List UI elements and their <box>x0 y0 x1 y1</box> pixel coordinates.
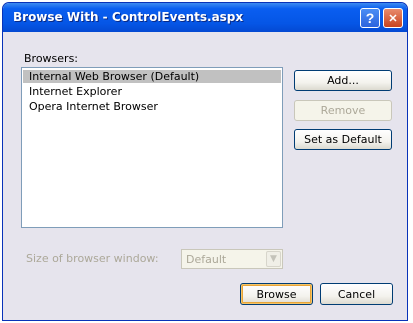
browse-button[interactable]: Browse <box>240 283 313 305</box>
close-button[interactable]: ✕ <box>383 8 403 28</box>
browsers-label: Browsers: <box>24 52 79 65</box>
set-as-default-button[interactable]: Set as Default <box>294 129 392 150</box>
window-size-combo[interactable]: Default ▼ <box>181 249 283 269</box>
help-button[interactable]: ? <box>360 8 380 28</box>
title-bar[interactable]: Browse With - ControlEvents.aspx ? ✕ <box>3 3 407 32</box>
size-of-browser-window-label: Size of browser window: <box>26 252 159 265</box>
browsers-listbox[interactable]: Internal Web Browser (Default) Internet … <box>21 67 283 228</box>
window-size-value: Default <box>186 253 227 266</box>
list-item-label: Opera Internet Browser <box>29 100 158 113</box>
close-icon: ✕ <box>388 12 398 25</box>
list-item[interactable]: Internet Explorer <box>23 85 281 98</box>
remove-button[interactable]: Remove <box>294 100 392 121</box>
list-item-label: Internal Web Browser (Default) <box>29 70 200 83</box>
chevron-down-icon[interactable]: ▼ <box>266 251 281 267</box>
list-item[interactable]: Internal Web Browser (Default) <box>23 70 281 83</box>
list-item-label: Internet Explorer <box>29 85 122 98</box>
help-icon: ? <box>365 10 375 26</box>
cancel-button[interactable]: Cancel <box>320 283 393 305</box>
arrow-glyph: ▼ <box>270 254 277 264</box>
list-item[interactable]: Opera Internet Browser <box>23 100 281 113</box>
window-title: Browse With - ControlEvents.aspx <box>13 10 244 24</box>
add-button[interactable]: Add... <box>294 70 392 91</box>
